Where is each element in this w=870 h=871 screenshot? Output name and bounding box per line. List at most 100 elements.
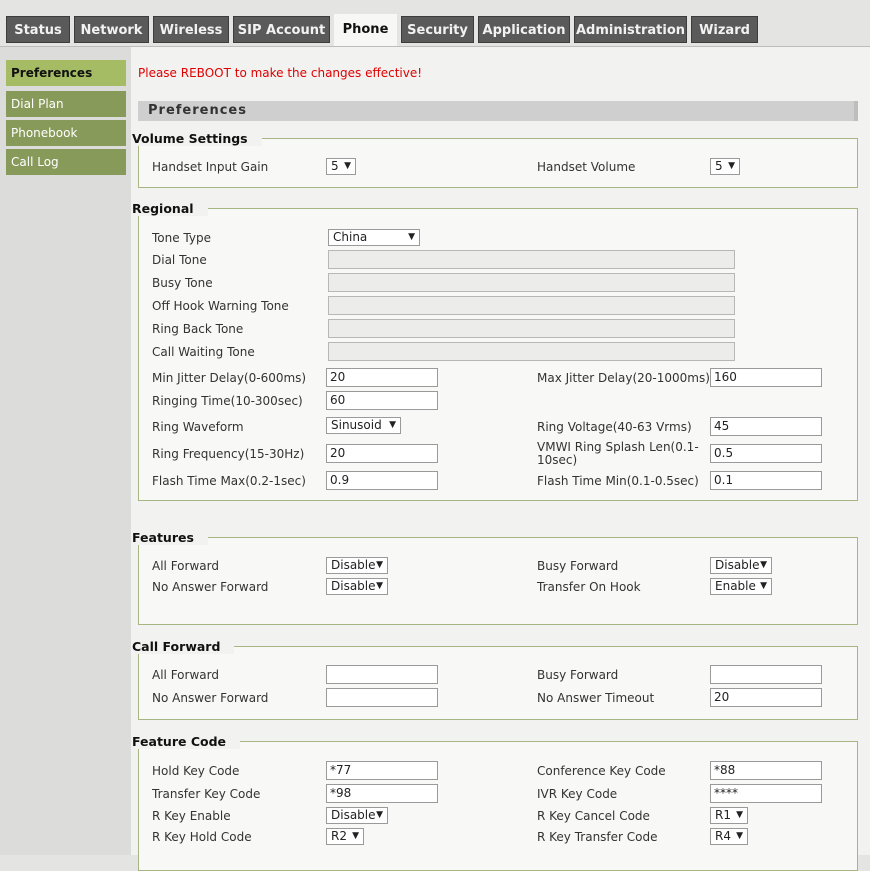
- tab-wizard[interactable]: Wizard: [691, 16, 758, 43]
- features-all-forward-select[interactable]: Disable ▼: [326, 557, 388, 574]
- r-key-hold-code-label: R Key Hold Code: [152, 830, 252, 844]
- features-no-answer-forward-select[interactable]: Disable ▼: [326, 578, 388, 595]
- ring-waveform-select[interactable]: Sinusoid ▼: [326, 417, 401, 434]
- chevron-down-icon: ▼: [344, 161, 351, 171]
- hold-key-code-input[interactable]: *77: [326, 761, 438, 780]
- tab-network[interactable]: Network: [74, 16, 149, 43]
- flash-time-max-input[interactable]: 0.9: [326, 471, 438, 490]
- cf-busy-forward-label: Busy Forward: [537, 668, 619, 682]
- features-busy-forward-select[interactable]: Disable ▼: [710, 557, 772, 574]
- cf-no-answer-forward-input[interactable]: [326, 688, 438, 707]
- dial-tone-field[interactable]: [328, 250, 735, 269]
- r-key-transfer-code-label: R Key Transfer Code: [537, 830, 658, 844]
- tab-security[interactable]: Security: [401, 16, 474, 43]
- tab-wireless[interactable]: Wireless: [153, 16, 229, 43]
- hold-key-code-label: Hold Key Code: [152, 764, 240, 778]
- flash-time-min-label: Flash Time Min(0.1-0.5sec): [537, 474, 699, 488]
- ivr-key-code-label: IVR Key Code: [537, 787, 618, 801]
- handset-input-gain-select[interactable]: 5 ▼: [326, 158, 356, 175]
- call-forward-legend: Call Forward: [132, 639, 235, 654]
- cf-busy-forward-input[interactable]: [710, 665, 822, 684]
- regional-group: Regional Tone Type China ▼ Dial Tone Busy…: [132, 201, 858, 501]
- tab-sip-account[interactable]: SIP Account: [233, 16, 330, 43]
- tab-application[interactable]: Application: [478, 16, 570, 43]
- transfer-key-code-input[interactable]: *98: [326, 784, 438, 803]
- regional-legend: Regional: [132, 201, 208, 216]
- r-key-transfer-code-select[interactable]: R4 ▼: [710, 828, 748, 845]
- chevron-down-icon: ▼: [376, 581, 383, 591]
- volume-settings-legend: Volume Settings: [132, 131, 262, 146]
- features-legend: Features: [132, 530, 208, 545]
- max-jitter-delay-input[interactable]: 160: [710, 368, 822, 387]
- r-key-enable-label: R Key Enable: [152, 809, 231, 823]
- call-waiting-tone-label: Call Waiting Tone: [152, 345, 255, 359]
- ring-voltage-label: Ring Voltage(40-63 Vrms): [537, 420, 692, 434]
- ringing-time-label: Ringing Time(10-300sec): [152, 394, 303, 408]
- volume-settings-group: Volume Settings Handset Input Gain 5 ▼ Ha…: [132, 131, 858, 188]
- features-busy-forward-label: Busy Forward: [537, 559, 619, 573]
- chevron-down-icon: ▼: [389, 420, 396, 430]
- ring-waveform-label: Ring Waveform: [152, 420, 244, 434]
- ring-back-tone-label: Ring Back Tone: [152, 322, 244, 336]
- transfer-on-hook-select[interactable]: Enable ▼: [710, 578, 772, 595]
- cf-all-forward-input[interactable]: [326, 665, 438, 684]
- ringing-time-input[interactable]: 60: [326, 391, 438, 410]
- handset-volume-select[interactable]: 5 ▼: [710, 158, 740, 175]
- busy-tone-field[interactable]: [328, 273, 735, 292]
- feature-code-legend: Feature Code: [132, 734, 241, 749]
- sidebar: Preferences Dial Plan Phonebook Call Log: [0, 47, 132, 855]
- busy-tone-label: Busy Tone: [152, 276, 213, 290]
- flash-time-max-label: Flash Time Max(0.2-1sec): [152, 474, 306, 488]
- chevron-down-icon: ▼: [408, 232, 415, 242]
- handset-volume-label: Handset Volume: [537, 160, 636, 174]
- no-answer-timeout-label: No Answer Timeout: [537, 691, 655, 705]
- conference-key-code-input[interactable]: *88: [710, 761, 822, 780]
- off-hook-warning-tone-label: Off Hook Warning Tone: [152, 299, 289, 313]
- sidebar-item-dial-plan[interactable]: Dial Plan: [6, 91, 126, 117]
- off-hook-warning-tone-field[interactable]: [328, 296, 735, 315]
- call-forward-group: Call Forward All Forward Busy Forward No…: [132, 639, 858, 720]
- cf-all-forward-label: All Forward: [152, 668, 219, 682]
- sidebar-item-call-log[interactable]: Call Log: [6, 149, 126, 175]
- r-key-enable-select[interactable]: Disable ▼: [326, 807, 388, 824]
- r-key-cancel-code-select[interactable]: R1 ▼: [710, 807, 748, 824]
- call-waiting-tone-field[interactable]: [328, 342, 735, 361]
- ring-back-tone-field[interactable]: [328, 319, 735, 338]
- main-content: Please REBOOT to make the changes effect…: [131, 47, 870, 871]
- tone-type-select[interactable]: China ▼: [328, 229, 420, 246]
- handset-input-gain-label: Handset Input Gain: [152, 160, 269, 174]
- reboot-notice: Please REBOOT to make the changes effect…: [138, 66, 423, 80]
- vmwi-ring-splash-input[interactable]: 0.5: [710, 444, 822, 463]
- ring-voltage-input[interactable]: 45: [710, 417, 822, 436]
- chevron-down-icon: ▼: [376, 560, 383, 570]
- chevron-down-icon: ▼: [728, 161, 735, 171]
- sidebar-item-preferences[interactable]: Preferences: [6, 60, 126, 86]
- sidebar-item-phonebook[interactable]: Phonebook: [6, 120, 126, 146]
- chevron-down-icon: ▼: [352, 831, 359, 841]
- cf-no-answer-forward-label: No Answer Forward: [152, 691, 269, 705]
- transfer-key-code-label: Transfer Key Code: [152, 787, 261, 801]
- chevron-down-icon: ▼: [760, 581, 767, 591]
- features-all-forward-label: All Forward: [152, 559, 219, 573]
- ivr-key-code-input[interactable]: ****: [710, 784, 822, 803]
- max-jitter-delay-label: Max Jitter Delay(20-1000ms): [537, 371, 710, 385]
- tab-status[interactable]: Status: [6, 16, 70, 43]
- features-group: Features All Forward Disable ▼ Busy Forwa…: [132, 530, 858, 625]
- min-jitter-delay-input[interactable]: 20: [326, 368, 438, 387]
- tone-type-label: Tone Type: [152, 231, 211, 245]
- flash-time-min-input[interactable]: 0.1: [710, 471, 822, 490]
- feature-code-group: Feature Code Hold Key Code *77 Conferenc…: [132, 734, 858, 871]
- transfer-on-hook-label: Transfer On Hook: [537, 580, 641, 594]
- top-nav: Status Network Wireless SIP Account Phon…: [0, 0, 870, 47]
- min-jitter-delay-label: Min Jitter Delay(0-600ms): [152, 371, 307, 385]
- tab-phone[interactable]: Phone: [334, 14, 397, 46]
- chevron-down-icon: ▼: [376, 810, 383, 820]
- no-answer-timeout-input[interactable]: 20: [710, 688, 822, 707]
- ring-frequency-input[interactable]: 20: [326, 444, 438, 463]
- ring-frequency-label: Ring Frequency(15-30Hz): [152, 447, 305, 461]
- r-key-hold-code-select[interactable]: R2 ▼: [326, 828, 364, 845]
- features-no-answer-forward-label: No Answer Forward: [152, 580, 269, 594]
- tab-administration[interactable]: Administration: [574, 16, 687, 43]
- chevron-down-icon: ▼: [760, 560, 767, 570]
- section-title: Preferences: [138, 101, 858, 121]
